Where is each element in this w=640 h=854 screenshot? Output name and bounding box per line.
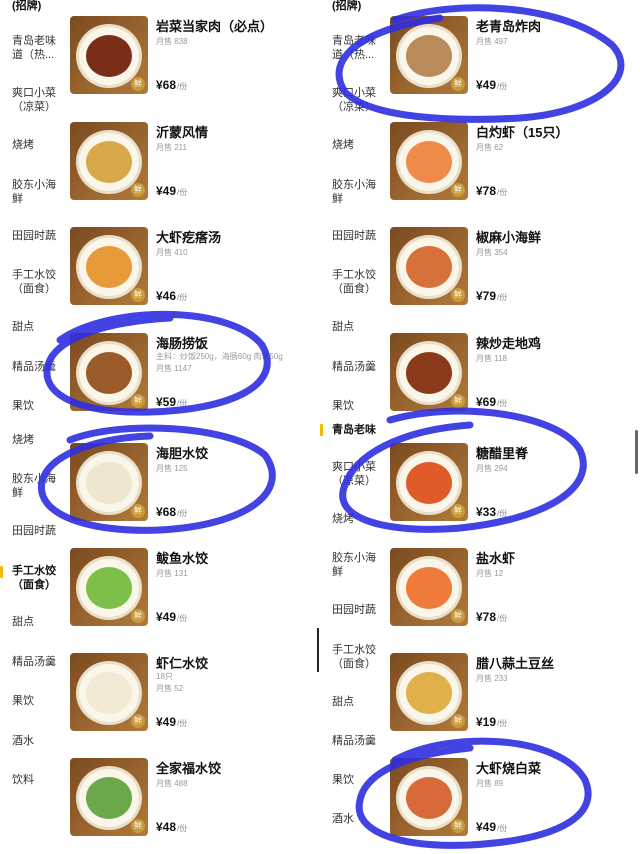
- dish-sales: 月售 89: [476, 779, 504, 788]
- dish-card[interactable]: 鲜 沂蒙风情 月售 211 ¥49/份: [70, 122, 310, 226]
- dish-name: 大虾疙瘩汤: [156, 230, 222, 245]
- dish-price: ¥78/份: [476, 184, 508, 198]
- dish-name: 鲅鱼水饺: [156, 551, 209, 566]
- dish-name: 沂蒙风情: [156, 125, 209, 140]
- dish-sales: 月售 125: [156, 464, 188, 473]
- dish-name: 海胆水饺: [156, 446, 209, 461]
- column-divider: [317, 628, 319, 672]
- dish-name: 白灼虾（15只）: [476, 125, 569, 140]
- dish-price: ¥19/份: [476, 715, 508, 729]
- dish-name: 盐水虾: [476, 551, 516, 566]
- menu-list: 鲜 岩菜当家肉（必点） 月售 838 ¥68/份 鲜 沂蒙风情 月售 211 ¥…: [0, 0, 320, 854]
- dish-card[interactable]: 鲜 椒麻小海鲜 月售 354 ¥79/份: [390, 227, 630, 331]
- dish-card[interactable]: 鲜 老青岛炸肉 月售 497 ¥49/份: [390, 16, 630, 120]
- dish-name: 虾仁水饺: [156, 656, 209, 671]
- dish-price: ¥46/份: [156, 289, 188, 303]
- dish-name: 糖醋里脊: [476, 446, 529, 461]
- dish-card[interactable]: 鲜 全家福水饺 月售 488 ¥48/份: [70, 758, 310, 854]
- dish-sales: 月售 410: [156, 248, 188, 257]
- dish-price: ¥78/份: [476, 610, 508, 624]
- dish-sales: 月售 294: [476, 464, 508, 473]
- dish-price: ¥49/份: [476, 820, 508, 834]
- dish-name: 椒麻小海鲜: [476, 230, 542, 245]
- dish-name: 大虾烧白菜: [476, 761, 542, 776]
- dish-price: ¥49/份: [156, 184, 188, 198]
- dish-card[interactable]: 鲜 岩菜当家肉（必点） 月售 838 ¥68/份: [70, 16, 310, 120]
- dish-sales: 月售 62: [476, 143, 504, 152]
- dish-card[interactable]: 鲜 辣炒走地鸡 月售 118 ¥69/份: [390, 333, 630, 437]
- dish-image: 鲜: [390, 333, 468, 411]
- dish-name: 海肠捞饭: [156, 336, 209, 351]
- dish-card[interactable]: 鲜 大虾烧白菜 月售 89 ¥49/份: [390, 758, 630, 854]
- dish-image: 鲜: [390, 443, 468, 521]
- dish-sales: 月售 12: [476, 569, 504, 578]
- right-screenshot: (招牌) 青岛老味道（热... 爽口小菜（凉菜） 烧烤 胶东小海鲜 田园时蔬 手…: [320, 0, 640, 854]
- dish-price: ¥69/份: [476, 395, 508, 409]
- dish-card[interactable]: 鲜 大虾疙瘩汤 月售 410 ¥46/份: [70, 227, 310, 331]
- dish-image: 鲜: [390, 653, 468, 731]
- dish-image: 鲜: [390, 548, 468, 626]
- dish-card[interactable]: 鲜 鲅鱼水饺 月售 131 ¥49/份: [70, 548, 310, 652]
- dish-price: ¥59/份: [156, 395, 188, 409]
- dish-image: 鲜: [70, 548, 148, 626]
- dish-price: ¥79/份: [476, 289, 508, 303]
- dish-price: ¥49/份: [476, 78, 508, 92]
- dish-sales: 月售 497: [476, 37, 508, 46]
- dish-price: ¥68/份: [156, 78, 188, 92]
- dish-image: 鲜: [70, 122, 148, 200]
- dish-image: 鲜: [70, 227, 148, 305]
- dish-price: ¥49/份: [156, 610, 188, 624]
- dish-image: 鲜: [390, 227, 468, 305]
- dish-card[interactable]: 鲜 腊八蒜土豆丝 月售 233 ¥19/份: [390, 653, 630, 757]
- dish-price: ¥48/份: [156, 820, 188, 834]
- dish-price: ¥68/份: [156, 505, 188, 519]
- dish-sales: 月售 354: [476, 248, 508, 257]
- dish-card[interactable]: 鲜 海胆水饺 月售 125 ¥68/份: [70, 443, 310, 547]
- dish-image: 鲜: [70, 16, 148, 94]
- dish-card[interactable]: 鲜 虾仁水饺 18只 月售 52 ¥49/份: [70, 653, 310, 757]
- dish-image: 鲜: [70, 443, 148, 521]
- dish-name: 全家福水饺: [156, 761, 222, 776]
- dish-name: 老青岛炸肉: [476, 19, 542, 34]
- dish-sales: 月售 1147: [156, 364, 192, 373]
- dish-image: 鲜: [70, 333, 148, 411]
- dish-image: 鲜: [70, 758, 148, 836]
- dish-card[interactable]: 鲜 糖醋里脊 月售 294 ¥33/份: [390, 443, 630, 547]
- dish-image: 鲜: [390, 122, 468, 200]
- dish-sales: 月售 118: [476, 354, 507, 363]
- dish-sales: 月售 233: [476, 674, 508, 683]
- dish-sales: 月售 131: [156, 569, 188, 578]
- dish-sales: 月售 211: [156, 143, 187, 152]
- menu-list: 鲜 老青岛炸肉 月售 497 ¥49/份 鲜 白灼虾（15只） 月售 62 ¥7…: [320, 0, 640, 854]
- dish-price: ¥33/份: [476, 505, 508, 519]
- dish-card[interactable]: 鲜 盐水虾 月售 12 ¥78/份: [390, 548, 630, 652]
- left-screenshot: (招牌) 青岛老味道（热... 爽口小菜（凉菜） 烧烤 胶东小海鲜 田园时蔬 手…: [0, 0, 320, 854]
- dish-name: 辣炒走地鸡: [476, 336, 542, 351]
- dish-sales: 月售 488: [156, 779, 188, 788]
- dish-sales: 月售 838: [156, 37, 188, 46]
- food-swatch: [86, 35, 132, 77]
- dish-description: 主料：炒饭250g，海肠60g 肉末50g: [156, 352, 283, 361]
- dish-image: 鲜: [70, 653, 148, 731]
- dish-card[interactable]: 鲜 海肠捞饭 主料：炒饭250g，海肠60g 肉末50g 月售 1147 ¥59…: [70, 333, 310, 437]
- dish-image: 鲜: [390, 758, 468, 836]
- dish-card[interactable]: 鲜 白灼虾（15只） 月售 62 ¥78/份: [390, 122, 630, 226]
- dish-price: ¥49/份: [156, 715, 188, 729]
- dish-image: 鲜: [390, 16, 468, 94]
- dish-name: 岩菜当家肉（必点）: [156, 19, 274, 34]
- dish-name: 腊八蒜土豆丝: [476, 656, 555, 671]
- scrollbar[interactable]: [635, 430, 638, 474]
- dish-description: 18只: [156, 672, 173, 681]
- dish-sales: 月售 52: [156, 684, 184, 693]
